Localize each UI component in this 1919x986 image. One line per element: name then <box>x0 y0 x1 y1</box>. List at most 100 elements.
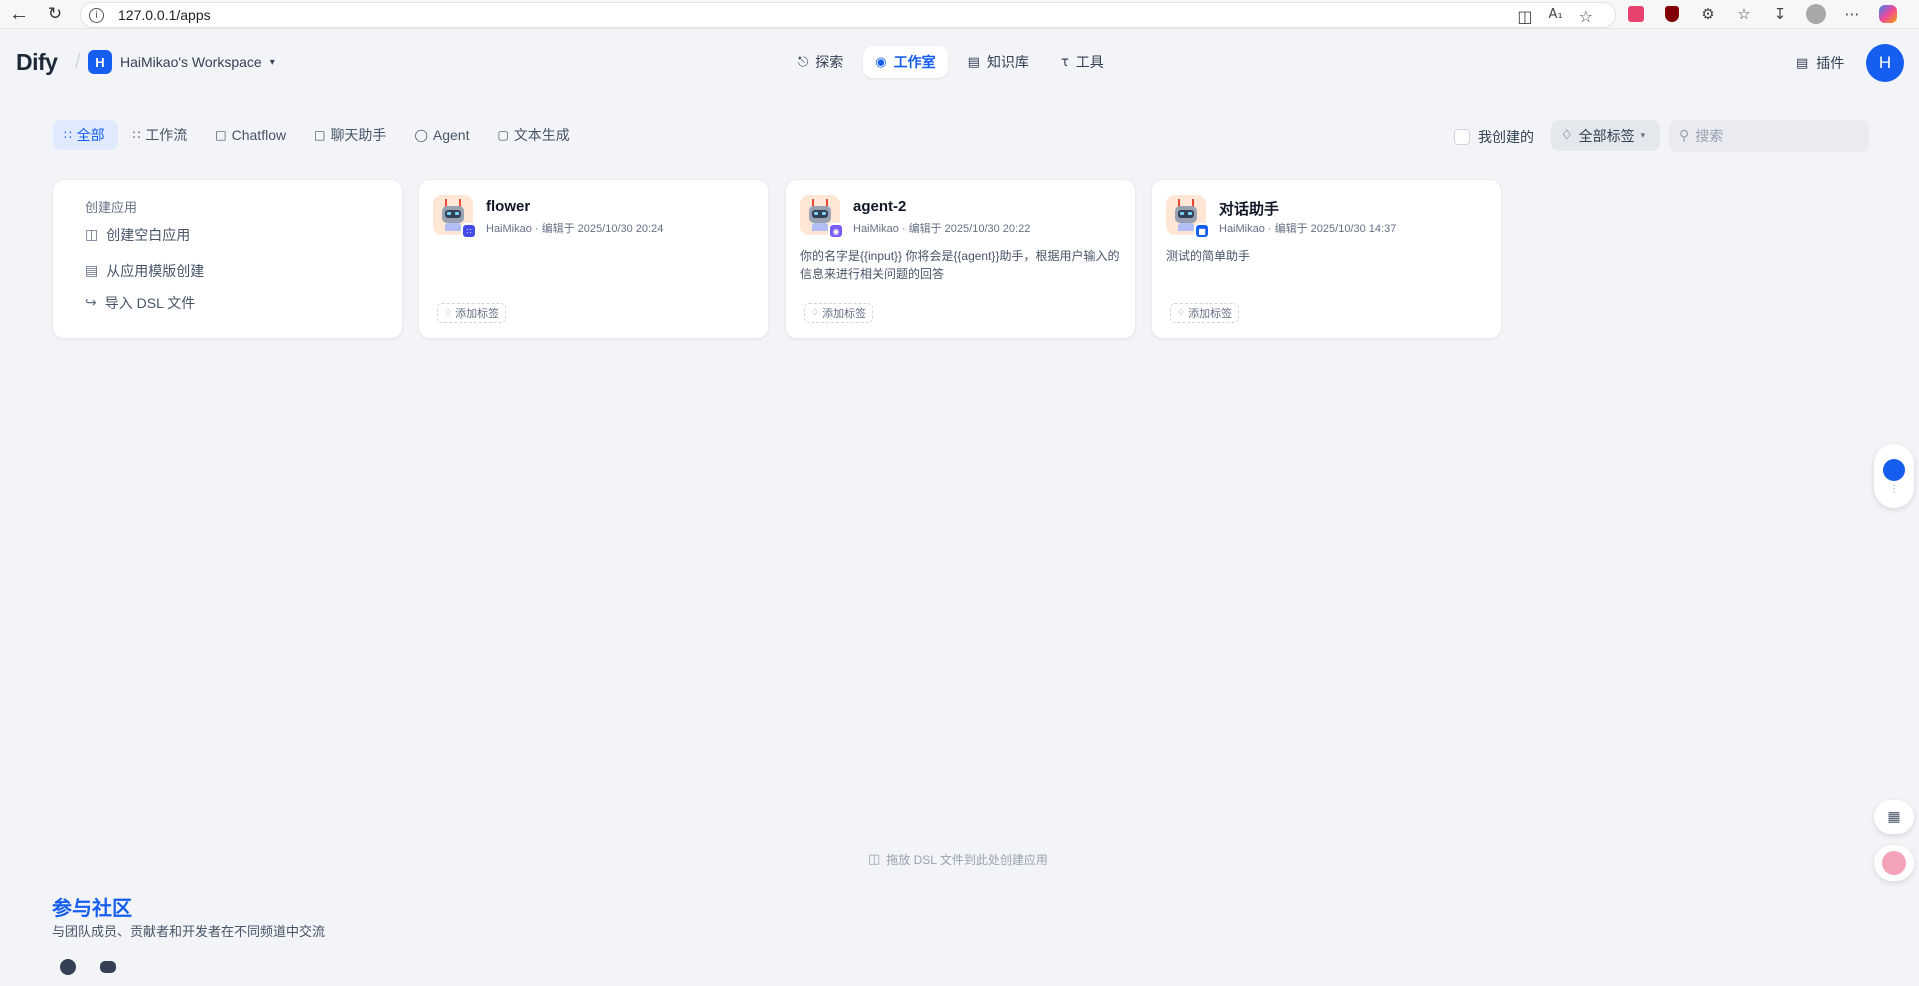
app-meta: HaiMikao · 编辑于 2025/10/30 20:22 <box>853 223 1031 235</box>
translate-icon <box>1882 851 1906 875</box>
translate-extension-icon[interactable] <box>1625 3 1647 25</box>
file-plus-icon: ◫ <box>85 227 99 243</box>
read-aloud-icon[interactable]: A₁ <box>1549 7 1563 26</box>
chevron-down-icon: ▾ <box>269 56 275 68</box>
robot-avatar-icon: ■ <box>1166 195 1210 239</box>
dsl-drop-hint: ◫ 拖放 DSL 文件到此处创建应用 <box>868 852 1048 867</box>
chat-bubble-button[interactable]: ⋮ <box>1874 444 1914 508</box>
add-tag-button[interactable]: ♢ 添加标签 <box>1170 303 1240 323</box>
import-dsl-button[interactable]: ↪ 导入 DSL 文件 <box>85 293 195 313</box>
add-tag-button[interactable]: ♢ 添加标签 <box>804 303 874 323</box>
plugin-icon: ▤ <box>1796 55 1809 71</box>
translate-float-button[interactable] <box>1874 845 1914 881</box>
community-title: 参与社区 <box>52 898 132 920</box>
ublock-extension-icon[interactable] <box>1661 3 1683 25</box>
nav-tools[interactable]: τ 工具 <box>1049 46 1116 78</box>
app-header: Dify / H HaiMikao's Workspace ▾ ⎋ 探索 ◉ 工作室… <box>0 29 1919 95</box>
workspace-name: HaiMikao's Workspace <box>120 54 262 70</box>
back-icon[interactable]: ← <box>4 0 34 29</box>
robot-icon: ◉ <box>875 54 887 70</box>
app-description: 你的名字是{{input}} 你将会是{{agent}}助手，根据用户输入的信息… <box>800 249 1120 281</box>
created-by-me-checkbox[interactable] <box>1454 129 1470 145</box>
discord-icon[interactable] <box>93 952 123 982</box>
tab-text-generation[interactable]: ▢ 文本生成 <box>486 120 582 150</box>
browser-toolbar: ← ↻ i 127.0.0.1/apps ◫ A₁ ☆ ⚙ ☆ ↧ ⋯ <box>0 0 1919 29</box>
grid-icon: ∷ <box>64 128 72 142</box>
app-meta: HaiMikao · 编辑于 2025/10/30 14:37 <box>1219 223 1397 235</box>
refresh-icon[interactable]: ↻ <box>40 0 70 29</box>
favorite-star-icon[interactable]: ☆ <box>1579 7 1593 26</box>
explore-icon: ⎋ <box>798 54 809 70</box>
copilot-icon[interactable] <box>1877 3 1899 25</box>
main-nav: ⎋ 探索 ◉ 工作室 ▤ 知识库 τ 工具 <box>786 46 1116 78</box>
tag-icon: ♢ <box>811 308 820 318</box>
search-input[interactable] <box>1695 128 1856 144</box>
import-icon: ↪ <box>85 295 97 311</box>
book-icon: ▤ <box>967 54 980 70</box>
url-text: 127.0.0.1/apps <box>118 7 211 23</box>
app-type-tabs: ∷ 全部 ∷ 工作流 □ Chatflow □ 聊天助手 ◯ Agent ▢ 文本生成 <box>53 120 583 150</box>
app-card[interactable]: ∷ flower HaiMikao · 编辑于 2025/10/30 20:24… <box>418 179 769 339</box>
app-available-icon[interactable]: ◫ <box>1517 7 1532 26</box>
search-box: ⚲ <box>1669 120 1869 152</box>
document-icon: ▢ <box>497 128 509 142</box>
tag-icon: ♢ <box>444 308 453 318</box>
tag-filter-select[interactable]: ♢ 全部标签 ▾ <box>1551 120 1660 151</box>
favorites-list-icon[interactable]: ☆ <box>1733 3 1755 25</box>
tab-chat-assistant[interactable]: □ 聊天助手 <box>303 120 399 150</box>
create-app-card: 创建应用 ◫ 创建空白应用 ▤ 从应用模版创建 ↪ 导入 DSL 文件 <box>52 179 403 339</box>
tab-all[interactable]: ∷ 全部 <box>53 120 118 150</box>
agent-icon: ◉ <box>828 223 844 239</box>
app-name: 对话助手 <box>1219 201 1280 218</box>
create-from-template-button[interactable]: ▤ 从应用模版创建 <box>85 261 204 281</box>
hammer-icon: τ <box>1060 54 1069 70</box>
robot-avatar-icon: ∷ <box>433 195 477 239</box>
user-avatar[interactable]: H <box>1866 44 1904 82</box>
chatflow-icon: □ <box>215 128 227 142</box>
site-info-icon[interactable]: i <box>89 7 104 23</box>
drag-handle-icon[interactable]: ⋮ <box>1889 485 1899 495</box>
drop-file-icon: ◫ <box>868 852 881 867</box>
create-blank-app-button[interactable]: ◫ 创建空白应用 <box>85 225 190 245</box>
plugin-button[interactable]: ▤ 插件 <box>1796 53 1844 73</box>
template-icon: ▤ <box>85 263 99 279</box>
add-tag-button[interactable]: ♢ 添加标签 <box>437 303 507 323</box>
app-meta: HaiMikao · 编辑于 2025/10/30 20:24 <box>486 223 664 235</box>
more-menu-icon[interactable]: ⋯ <box>1841 3 1863 25</box>
tab-chatflow[interactable]: □ Chatflow <box>204 120 299 150</box>
extensions-puzzle-icon[interactable]: ⚙ <box>1697 3 1719 25</box>
nav-studio[interactable]: ◉ 工作室 <box>863 46 948 78</box>
agent-icon: ◯ <box>414 128 428 142</box>
tab-workflow[interactable]: ∷ 工作流 <box>122 120 201 150</box>
workspace-selector[interactable]: H HaiMikao's Workspace ▾ <box>88 50 275 74</box>
community-description: 与团队成员、贡献者和开发者在不同频道中交流 <box>52 924 326 939</box>
robot-avatar-icon: ◉ <box>800 195 844 239</box>
chat-bubble-icon <box>1883 459 1905 481</box>
header-divider: / <box>75 51 81 73</box>
nav-explore[interactable]: ⎋ 探索 <box>786 46 855 78</box>
apps-grid-icon: ▦ <box>1887 809 1901 825</box>
created-by-me-filter[interactable]: 我创建的 <box>1454 127 1534 147</box>
apps-grid-button[interactable]: ▦ <box>1874 800 1914 834</box>
tab-agent[interactable]: ◯ Agent <box>403 120 482 150</box>
dify-logo[interactable]: Dify <box>16 49 58 76</box>
app-card[interactable]: ■ 对话助手 HaiMikao · 编辑于 2025/10/30 14:37 测… <box>1151 179 1502 339</box>
nav-knowledge[interactable]: ▤ 知识库 <box>956 46 1041 78</box>
app-card[interactable]: ◉ agent-2 HaiMikao · 编辑于 2025/10/30 20:2… <box>785 179 1136 339</box>
chat-icon: ■ <box>1194 223 1210 239</box>
search-icon: ⚲ <box>1679 128 1690 144</box>
app-name: flower <box>486 198 531 215</box>
workflow-icon: ∷ <box>132 128 141 142</box>
tag-icon: ♢ <box>1177 308 1186 318</box>
chevron-down-icon: ▾ <box>1640 130 1646 141</box>
workflow-icon: ∷ <box>461 223 477 239</box>
tag-icon: ♢ <box>1561 128 1573 143</box>
app-name: agent-2 <box>853 198 907 215</box>
profile-icon[interactable] <box>1805 3 1827 25</box>
chat-icon: □ <box>314 128 326 142</box>
address-bar[interactable]: i 127.0.0.1/apps ◫ A₁ ☆ <box>80 2 1616 28</box>
downloads-icon[interactable]: ↧ <box>1769 3 1791 25</box>
workspace-avatar: H <box>88 50 112 74</box>
create-app-title: 创建应用 <box>85 200 138 215</box>
github-icon[interactable] <box>53 952 83 982</box>
